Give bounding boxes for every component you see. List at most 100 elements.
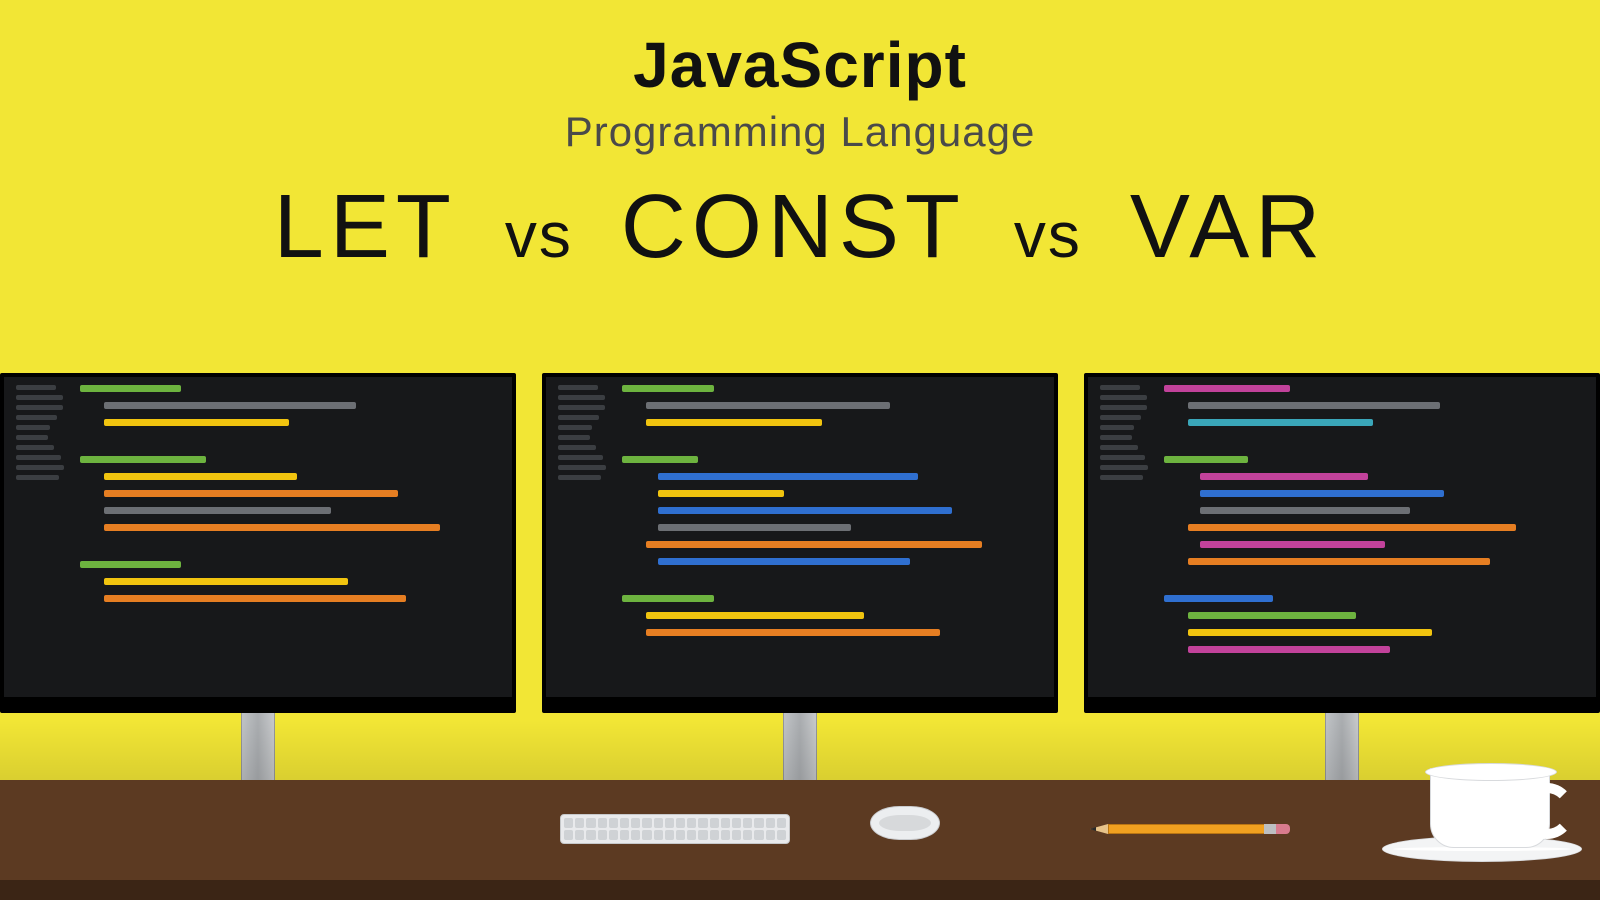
gutter-line <box>16 465 64 470</box>
key <box>575 818 584 828</box>
code-line <box>1188 419 1373 426</box>
monitor-neck <box>783 713 817 783</box>
key <box>676 830 685 840</box>
desk-front <box>0 880 1600 900</box>
coffee-cup <box>1430 768 1550 848</box>
key <box>586 830 595 840</box>
code-line <box>104 578 348 585</box>
key <box>754 830 763 840</box>
code-line <box>104 490 398 497</box>
code-area <box>80 385 500 689</box>
key <box>642 818 651 828</box>
gutter-line <box>1100 395 1147 400</box>
code-line <box>1188 402 1440 409</box>
code-line <box>658 558 910 565</box>
code-line <box>104 419 289 426</box>
gutter-line <box>558 425 592 430</box>
key <box>631 830 640 840</box>
code-line <box>80 436 500 446</box>
code-line <box>1188 629 1432 636</box>
monitor-var <box>1084 373 1600 805</box>
key <box>654 818 663 828</box>
key <box>710 818 719 828</box>
code-line <box>1164 575 1584 585</box>
code-line <box>622 456 698 463</box>
keyboard-icon <box>560 814 790 844</box>
key <box>743 830 752 840</box>
line-gutter <box>16 385 70 689</box>
vs-label-2: vs <box>1014 198 1082 272</box>
screen-var <box>1084 373 1600 713</box>
code-line <box>1188 524 1516 531</box>
gutter-line <box>1100 425 1134 430</box>
line-gutter <box>558 385 612 689</box>
code-line <box>1188 612 1356 619</box>
line-gutter <box>1100 385 1154 689</box>
code-line <box>658 524 851 531</box>
code-line <box>104 473 297 480</box>
code-line <box>646 419 822 426</box>
gutter-line <box>16 415 57 420</box>
key <box>598 830 607 840</box>
code-line <box>658 473 918 480</box>
code-line <box>80 456 206 463</box>
key <box>766 830 775 840</box>
gutter-line <box>1100 415 1141 420</box>
gutter-line <box>1100 445 1138 450</box>
key <box>598 818 607 828</box>
code-line <box>1164 436 1584 446</box>
var-keyword: VAR <box>1130 176 1326 279</box>
const-keyword: CONST <box>621 176 966 279</box>
key <box>721 818 730 828</box>
gutter-line <box>16 405 63 410</box>
monitors-row <box>0 373 1600 805</box>
gutter-line <box>16 455 61 460</box>
code-line <box>1164 385 1290 392</box>
code-line <box>1200 541 1385 548</box>
code-line <box>80 541 500 551</box>
gutter-line <box>16 435 48 440</box>
code-line <box>104 402 356 409</box>
desk-top <box>0 780 1600 880</box>
key <box>698 830 707 840</box>
gutter-line <box>16 475 59 480</box>
code-line <box>1188 558 1490 565</box>
code-line <box>104 595 406 602</box>
gutter-line <box>1100 475 1143 480</box>
page-title: JavaScript <box>0 28 1600 102</box>
code-line <box>1200 473 1368 480</box>
monitor-neck <box>1325 713 1359 783</box>
key <box>721 830 730 840</box>
key <box>654 830 663 840</box>
key <box>754 818 763 828</box>
key <box>777 830 786 840</box>
key <box>665 818 674 828</box>
gutter-line <box>558 455 603 460</box>
screen-let <box>0 373 516 713</box>
key <box>564 818 573 828</box>
key <box>698 818 707 828</box>
code-line <box>646 612 864 619</box>
gutter-line <box>558 435 590 440</box>
code-line <box>1164 595 1273 602</box>
code-line <box>1164 456 1248 463</box>
code-line <box>658 490 784 497</box>
monitor-const <box>542 373 1058 805</box>
gutter-line <box>16 395 63 400</box>
gutter-line <box>1100 455 1145 460</box>
code-line <box>646 541 982 548</box>
key <box>564 830 573 840</box>
key <box>620 830 629 840</box>
monitor-neck <box>241 713 275 783</box>
key <box>732 830 741 840</box>
code-line <box>622 436 1042 446</box>
gutter-line <box>1100 385 1140 390</box>
pencil <box>1090 824 1290 834</box>
code-line <box>622 385 714 392</box>
code-line <box>622 575 1042 585</box>
code-line <box>646 402 890 409</box>
gutter-line <box>16 425 50 430</box>
compare-row: LET vs CONST vs VAR <box>0 176 1600 279</box>
gutter-line <box>558 385 598 390</box>
page-subtitle: Programming Language <box>0 108 1600 156</box>
